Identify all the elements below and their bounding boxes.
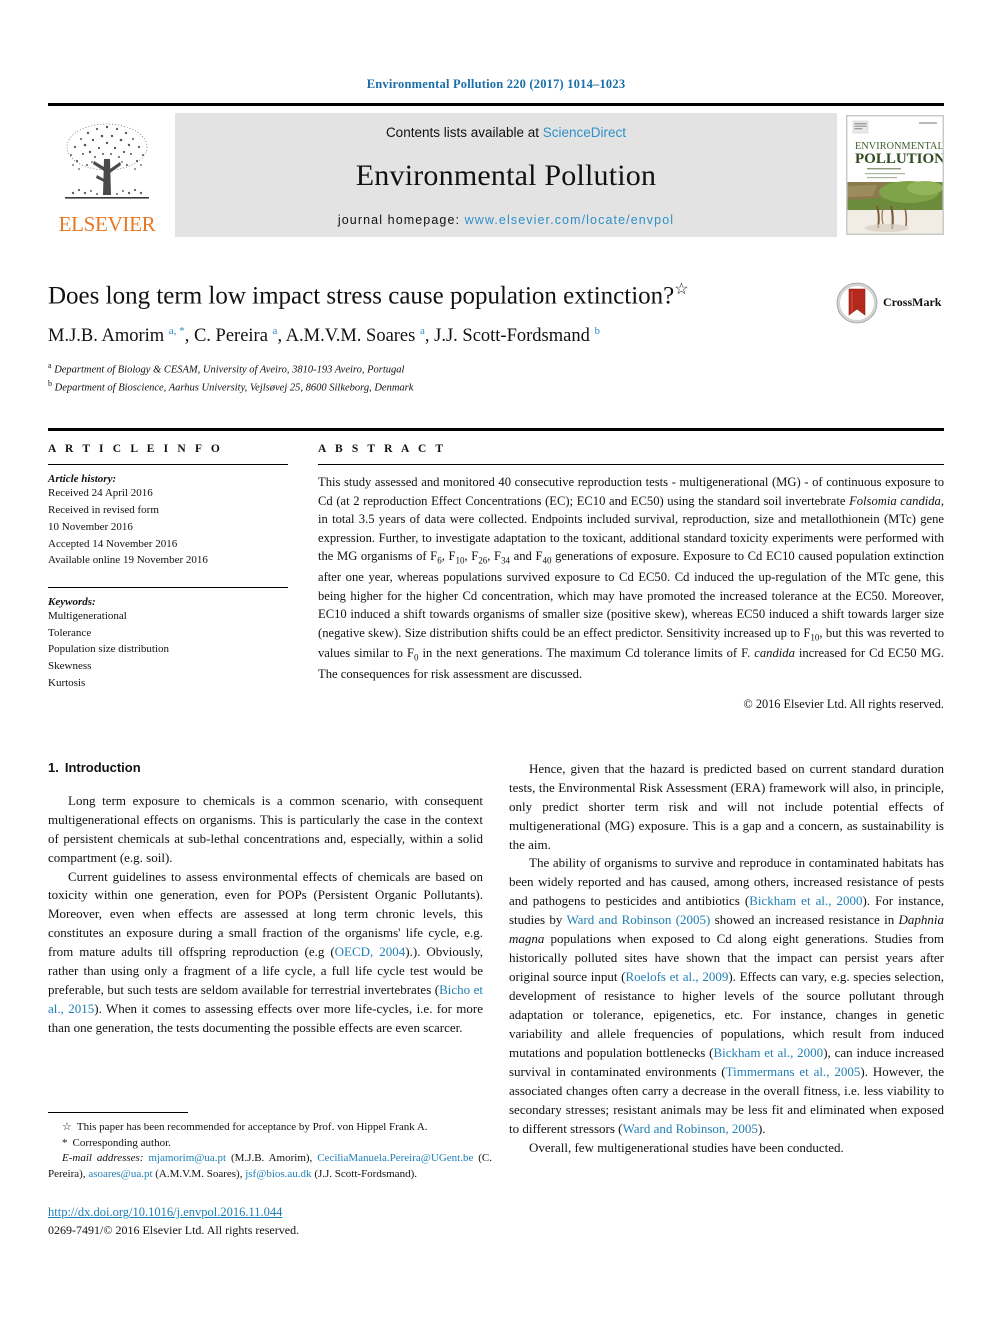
footnote-star: ☆ This paper has been recommended for acc… <box>48 1120 492 1136</box>
paragraph: Hence, given that the hazard is predicte… <box>509 760 944 852</box>
elsevier-wordmark: ELSEVIER <box>58 211 156 236</box>
abstract-heading: A B S T R A C T <box>318 443 447 456</box>
keyword-item: Skewness <box>48 660 92 673</box>
crossmark-icon <box>836 282 878 323</box>
footnote-rule <box>48 1112 188 1113</box>
abstract-body: This study assessed and monitored 40 con… <box>318 475 945 682</box>
contents-prefix: Contents lists available at <box>385 124 543 140</box>
affiliation-item: a Department of Biology & CESAM, Univers… <box>48 360 944 378</box>
article-history-list: Received 24 April 2016 Received in revis… <box>48 485 288 569</box>
footnote-corresponding-text: Corresponding author. <box>72 1136 171 1149</box>
footnote-region: ☆ This paper has been recommended for acc… <box>48 1112 492 1238</box>
body-column-right: Hence, given that the hazard is predicte… <box>509 760 944 1158</box>
elsevier-tree-icon <box>65 123 149 199</box>
abstract-rule <box>318 464 944 466</box>
keyword-item: Kurtosis <box>48 676 86 689</box>
contents-available-line: Contents lists available at ScienceDirec… <box>386 125 626 140</box>
section-number: 1. <box>48 759 59 775</box>
keywords-list: Multigenerational Tolerance Population s… <box>48 608 288 692</box>
journal-title: Environmental Pollution <box>355 159 657 192</box>
article-history-label: Article history: <box>48 473 117 486</box>
body-columns: 1. Introduction Long term exposure to che… <box>48 760 944 1158</box>
crossmark-label: CrossMark <box>883 295 942 309</box>
article-title: Does long term low impact stress cause p… <box>48 280 808 312</box>
article-info-heading: A R T I C L E I N F O <box>48 443 223 456</box>
svg-text:POLLUTION: POLLUTION <box>855 151 943 167</box>
journal-cover-thumbnail: ENVIRONMENTAL POLLUTION <box>846 114 944 235</box>
article-title-text: Does long term low impact stress cause p… <box>48 281 675 309</box>
homepage-prefix: journal homepage: <box>337 212 465 227</box>
section-heading-introduction: 1. Introduction <box>48 760 483 775</box>
abstract-column: A B S T R A C T This study assessed and … <box>318 443 944 711</box>
keyword-item: Multigenerational <box>48 610 127 623</box>
affiliation-marker: b <box>48 379 52 389</box>
history-item: Received 24 April 2016 <box>48 487 153 500</box>
paragraph: Current guidelines to assess environment… <box>48 868 483 1036</box>
author-list: M.J.B. Amorim a, *, C. Pereira a, A.M.V.… <box>48 325 600 347</box>
affiliation-text: Department of Bioscience, Aarhus Univers… <box>54 382 414 394</box>
paper-page: Environmental Pollution 220 (2017) 1014–… <box>0 0 992 1323</box>
article-info-rule <box>48 464 288 466</box>
homepage-url-link[interactable]: www.elsevier.com/locate/envpol <box>465 213 674 227</box>
email-addresses-label: E-mail addresses: <box>62 1152 144 1165</box>
history-item: Accepted 14 November 2016 <box>48 537 178 550</box>
keyword-item: Tolerance <box>48 626 92 639</box>
journal-masthead: ELSEVIER Contents lists available at Sci… <box>48 102 944 237</box>
paragraph: Overall, few multigenerational studies h… <box>529 1140 844 1155</box>
affiliation-list: a Department of Biology & CESAM, Univers… <box>48 360 944 397</box>
info-abstract-region: A R T I C L E I N F O Article history: R… <box>48 428 944 711</box>
journal-banner: Contents lists available at ScienceDirec… <box>175 112 837 237</box>
footnote-star-text: This paper has been recommended for acce… <box>76 1121 428 1133</box>
affiliation-text: Department of Biology & CESAM, Universit… <box>54 364 405 376</box>
history-item: 10 November 2016 <box>48 520 133 533</box>
footnote-corresponding: * Corresponding author. <box>48 1136 492 1152</box>
abstract-copyright: © 2016 Elsevier Ltd. All rights reserved… <box>743 696 944 711</box>
footnote-star-marker: ☆ <box>62 1121 72 1133</box>
title-block: Does long term low impact stress cause p… <box>48 280 944 397</box>
running-head: Environmental Pollution 220 (2017) 1014–… <box>366 77 626 91</box>
paragraph: Long term exposure to chemicals is a com… <box>48 792 483 865</box>
footnote-emails: E-mail addresses: mjamorim@ua.pt (M.J.B.… <box>48 1151 492 1182</box>
journal-cover-image: ENVIRONMENTAL POLLUTION <box>847 115 943 234</box>
footnote-corresponding-marker: * <box>62 1136 68 1149</box>
keywords-label: Keywords: <box>48 596 96 609</box>
journal-homepage-line: journal homepage: www.elsevier.com/locat… <box>338 213 674 227</box>
issn-copyright-line: 0269-7491/© 2016 Elsevier Ltd. All right… <box>48 1222 300 1237</box>
keyword-item: Population size distribution <box>48 643 169 656</box>
keywords-rule <box>48 587 288 589</box>
doi-block: http://dx.doi.org/10.1016/j.envpol.2016.… <box>48 1204 492 1237</box>
history-item: Available online 19 November 2016 <box>48 554 208 567</box>
body-column-left: 1. Introduction Long term exposure to che… <box>48 760 483 1158</box>
article-info-column: A R T I C L E I N F O Article history: R… <box>48 443 288 711</box>
paragraph: The ability of organisms to survive and … <box>509 855 945 1137</box>
sciencedirect-link[interactable]: ScienceDirect <box>543 125 626 140</box>
elsevier-logo: ELSEVIER <box>48 113 166 237</box>
article-title-footnote-marker: ☆ <box>674 280 689 298</box>
history-item: Received in revised form <box>48 504 159 517</box>
doi-link[interactable]: http://dx.doi.org/10.1016/j.envpol.2016.… <box>48 1204 492 1220</box>
section-title: Introduction <box>64 759 141 775</box>
affiliation-marker: a <box>48 360 52 370</box>
crossmark-badge[interactable]: CrossMark <box>836 280 944 326</box>
affiliation-item: b Department of Bioscience, Aarhus Unive… <box>48 378 944 396</box>
